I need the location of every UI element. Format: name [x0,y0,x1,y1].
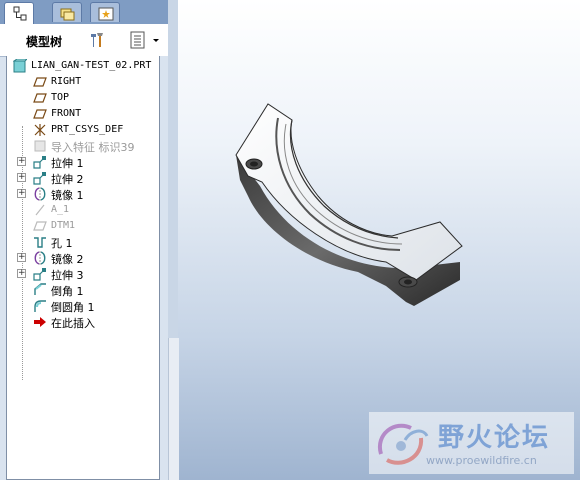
expand-toggle[interactable]: + [17,253,26,262]
show-options-button[interactable] [128,30,160,50]
hole-icon [34,237,46,248]
model-tree-toolbar: 模型树 [0,24,168,65]
watermark-url: www.proewildfire.cn [426,454,537,467]
datum-plane-icon [33,77,47,87]
datum-plane-icon [33,221,47,231]
forum-logo-icon [377,423,429,465]
extrude-icon [33,156,46,169]
round-icon [34,300,46,312]
model-tree-title: 模型树 [26,35,63,49]
tree-item-csys[interactable]: PRT_CSYS_DEF [7,122,157,138]
tree-item-dtm1[interactable]: DTM1 [7,218,157,234]
watermark-title: 野火论坛 [438,423,551,453]
model-tree-icon [13,6,27,21]
tree-item-top[interactable]: TOP [7,90,157,106]
expand-toggle[interactable]: + [17,173,26,182]
tree-item-import-feature[interactable]: 导入特征 标识39 [7,138,157,154]
extrude-icon [33,268,46,281]
tree-item-extrude-1[interactable]: + 拉伸 1 [7,154,157,170]
graphics-viewport[interactable] [178,0,580,480]
part-icon [13,59,27,73]
tree-settings-button[interactable] [88,30,120,65]
tree-item-axis-a1[interactable]: A_1 [7,202,157,218]
favorites-icon [98,7,114,21]
tree-item-hole-1[interactable]: 孔 1 [7,234,157,250]
list-options-icon [130,31,145,49]
tree-item-extrude-3[interactable]: + 拉伸 3 [7,266,157,282]
datum-axis-icon [35,204,45,216]
expand-toggle[interactable]: + [17,189,26,198]
tree-root-item[interactable]: LIAN_GAN-TEST_02.PRT [7,58,157,74]
mirror-icon [34,187,46,201]
part-3d-model [235,103,463,306]
tree-item-insert-here[interactable]: 在此插入 [7,314,157,330]
coordinate-system-icon [34,124,46,136]
chevron-down-icon [152,39,159,42]
extrude-icon [33,172,46,185]
tab-model-tree[interactable] [4,2,34,24]
tab-favorites[interactable] [90,2,120,22]
tree-item-mirror-1[interactable]: + 镜像 1 [7,186,157,202]
model-tree-panel: 模型树 LIAN_GAN-TEST_02.PRT RIGHT TOP FRONT… [0,0,168,480]
navigator-tab-bar [0,0,168,24]
tree-item-right[interactable]: RIGHT [7,74,157,90]
folder-browser-icon [60,8,75,21]
tree-item-round-1[interactable]: 倒圆角 1 [7,298,157,314]
expand-toggle[interactable]: + [17,269,26,278]
root-part-name: LIAN_GAN-TEST_02.PRT [31,60,152,71]
panel-scroll-strip[interactable] [168,338,179,480]
tree-item-extrude-2[interactable]: + 拉伸 2 [7,170,157,186]
panel-splitter[interactable] [160,56,168,480]
tab-folder-browser[interactable] [52,2,82,22]
model-tree: LIAN_GAN-TEST_02.PRT RIGHT TOP FRONT PRT… [6,56,160,480]
datum-plane-icon [33,93,47,103]
tree-item-chamfer-1[interactable]: 倒角 1 [7,282,157,298]
mirror-icon [34,251,46,265]
tree-item-front[interactable]: FRONT [7,106,157,122]
tools-icon [91,33,103,47]
expand-toggle[interactable]: + [17,157,26,166]
datum-plane-icon [33,109,47,119]
tree-item-mirror-2[interactable]: + 镜像 2 [7,250,157,266]
insert-here-arrow-icon [34,317,46,327]
import-feature-icon [34,140,46,152]
chamfer-icon [34,283,46,295]
